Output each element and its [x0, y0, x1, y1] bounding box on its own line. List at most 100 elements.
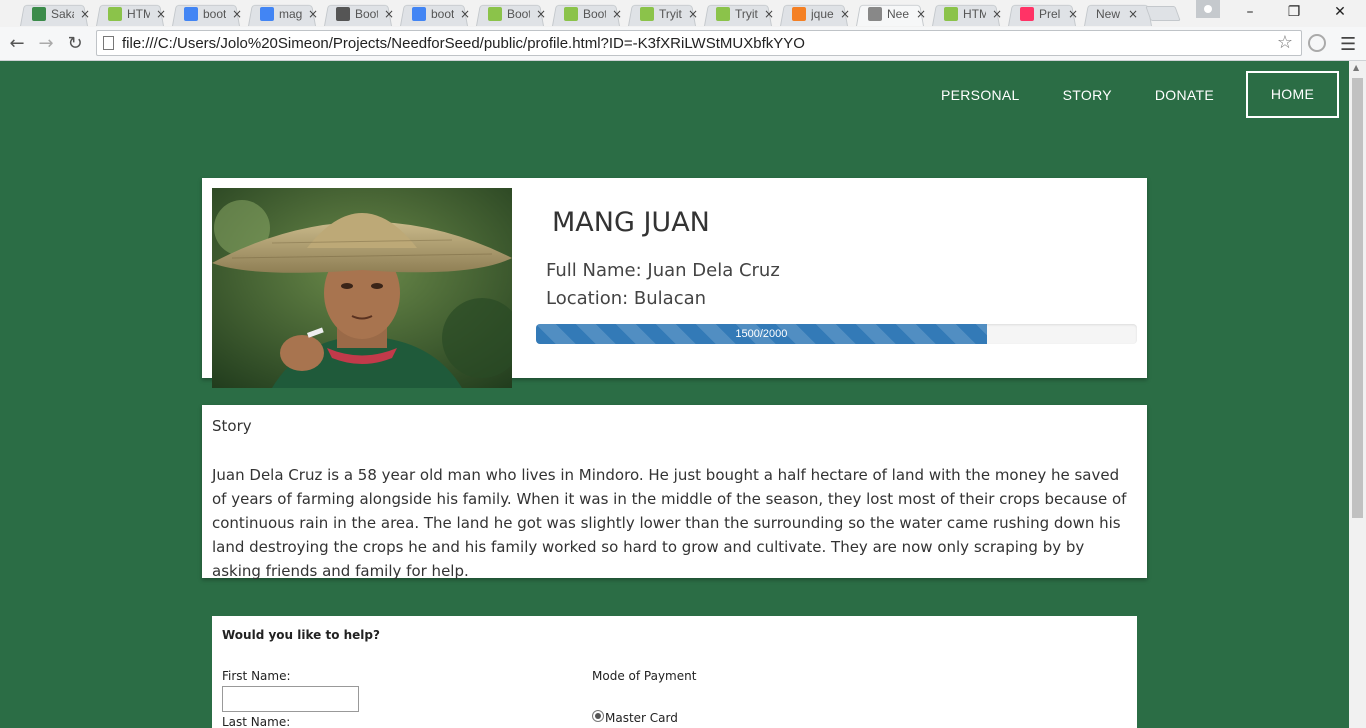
w3schools-icon: [716, 6, 730, 21]
browser-tab[interactable]: HTM ×: [924, 1, 1002, 26]
progress-bar-fill: 1500/2000: [536, 324, 987, 344]
forward-icon[interactable]: →: [34, 32, 58, 54]
tab-title: boot: [431, 6, 454, 21]
bus-icon: [32, 6, 46, 21]
bootstrap-icon: [336, 6, 350, 21]
scrollbar[interactable]: ▲: [1349, 61, 1366, 728]
browser-tab[interactable]: Boot ×: [316, 1, 394, 26]
stackoverflow-icon: [792, 6, 806, 21]
browser-tab[interactable]: Boot ×: [468, 1, 546, 26]
close-tab-icon[interactable]: ×: [460, 7, 470, 21]
first-name-label: First Name:: [222, 669, 291, 683]
tab-title: Nee: [887, 6, 910, 21]
location-text: Location: Bulacan: [546, 288, 707, 309]
tab-title: New Ta: [1096, 6, 1122, 21]
payment-label: Mode of Payment: [592, 669, 697, 683]
mastercard-radio[interactable]: [592, 710, 604, 722]
browser-tab[interactable]: boot ×: [164, 1, 242, 26]
close-tab-icon[interactable]: ×: [156, 7, 166, 21]
story-heading: Story: [212, 417, 252, 435]
browser-tab[interactable]: Tryit ×: [696, 1, 774, 26]
first-name-input[interactable]: [222, 686, 359, 712]
close-tab-icon[interactable]: ×: [536, 7, 546, 21]
browser-tab[interactable]: New Ta ×: [1076, 1, 1154, 26]
browser-toolbar: ← → ↻ ☆ ☰: [0, 27, 1366, 61]
google-icon: [260, 6, 274, 21]
w3schools-icon: [944, 6, 958, 21]
new-tab-button[interactable]: [1145, 6, 1181, 21]
google-icon: [412, 6, 426, 21]
close-tab-icon[interactable]: ×: [1128, 7, 1138, 21]
profile-name: MANG JUAN: [552, 207, 710, 238]
nav-story[interactable]: STORY: [1063, 87, 1112, 103]
close-tab-icon[interactable]: ×: [992, 7, 1002, 21]
browser-tab[interactable]: Saka ×: [12, 1, 90, 26]
url-input[interactable]: [122, 34, 1272, 52]
google-icon: [184, 6, 198, 21]
browser-tab[interactable]: jque ×: [772, 1, 850, 26]
page-icon: [103, 36, 114, 50]
close-window-icon[interactable]: ✕: [1328, 4, 1352, 20]
tab-title: HTML: [127, 6, 150, 21]
scroll-up-icon[interactable]: ▲: [1353, 63, 1359, 72]
browser-tab[interactable]: Tryit ×: [620, 1, 698, 26]
invision-icon: [1020, 6, 1034, 21]
restore-icon[interactable]: ❐: [1282, 4, 1306, 20]
help-form: Would you like to help? First Name: Last…: [212, 616, 1137, 728]
close-tab-icon[interactable]: ×: [688, 7, 698, 21]
browser-tab[interactable]: HTML ×: [88, 1, 166, 26]
browser-tab[interactable]: Prel ×: [1000, 1, 1078, 26]
nav-personal[interactable]: PERSONAL: [941, 87, 1020, 103]
close-tab-icon[interactable]: ×: [840, 7, 850, 21]
tab-title: Tryit: [735, 6, 758, 21]
close-tab-icon[interactable]: ×: [612, 7, 622, 21]
tab-title: Tryit: [659, 6, 682, 21]
back-icon[interactable]: ←: [5, 32, 29, 54]
w3schools-icon: [640, 6, 654, 21]
page-viewport: PERSONAL STORY DONATE HOME MANG JUAN Ful…: [0, 61, 1349, 728]
story-text: Juan Dela Cruz is a 58 year old man who …: [212, 466, 1127, 580]
close-tab-icon[interactable]: ×: [384, 7, 394, 21]
browser-tab[interactable]: boot ×: [392, 1, 470, 26]
bookmark-star-icon[interactable]: ☆: [1277, 32, 1293, 53]
address-bar[interactable]: ☆: [96, 30, 1302, 56]
close-tab-icon[interactable]: ×: [80, 7, 90, 21]
full-name-text: Full Name: Juan Dela Cruz: [546, 260, 780, 281]
w3schools-icon: [564, 6, 578, 21]
minimize-icon[interactable]: –: [1238, 4, 1262, 20]
browser-tab[interactable]: Nee ×: [848, 1, 926, 26]
tab-title: Prel: [1039, 6, 1061, 21]
donation-progress: 1500/2000: [536, 324, 1137, 344]
close-tab-icon[interactable]: ×: [1068, 7, 1078, 21]
w3schools-icon: [108, 6, 122, 21]
tab-title: Saka: [51, 6, 74, 21]
form-question: Would you like to help?: [222, 628, 380, 642]
close-tab-icon[interactable]: ×: [764, 7, 774, 21]
browser-tab[interactable]: Boot ×: [544, 1, 622, 26]
tab-strip: Saka×HTML×boot×mag×Boot×boot×Boot×Boot×T…: [0, 0, 1366, 27]
scrollbar-thumb[interactable]: [1352, 78, 1363, 518]
menu-icon[interactable]: ☰: [1340, 34, 1356, 55]
nav-donate[interactable]: DONATE: [1155, 87, 1214, 103]
tab-title: boot: [203, 6, 226, 21]
mastercard-label: Master Card: [605, 711, 678, 725]
close-tab-icon[interactable]: ×: [916, 7, 926, 21]
tab-title: jque: [811, 6, 834, 21]
tab-title: Boot: [583, 6, 606, 21]
tab-title: Boot: [507, 6, 530, 21]
tab-title: Boot: [355, 6, 378, 21]
profile-card: MANG JUAN Full Name: Juan Dela Cruz Loca…: [202, 178, 1147, 388]
last-name-label: Last Name:: [222, 715, 291, 728]
nav-home[interactable]: HOME: [1246, 71, 1339, 118]
tab-title: HTM: [963, 6, 986, 21]
tab-title: mag: [279, 6, 302, 21]
close-tab-icon[interactable]: ×: [308, 7, 318, 21]
browser-tab[interactable]: mag ×: [240, 1, 318, 26]
page-icon: [868, 6, 882, 21]
story-card: Story Juan Dela Cruz is a 58 year old ma…: [202, 405, 1147, 580]
profile-button[interactable]: [1196, 0, 1220, 18]
w3schools-icon: [488, 6, 502, 21]
close-tab-icon[interactable]: ×: [232, 7, 242, 21]
reload-icon[interactable]: ↻: [63, 32, 87, 54]
extension-icon[interactable]: [1308, 34, 1326, 52]
